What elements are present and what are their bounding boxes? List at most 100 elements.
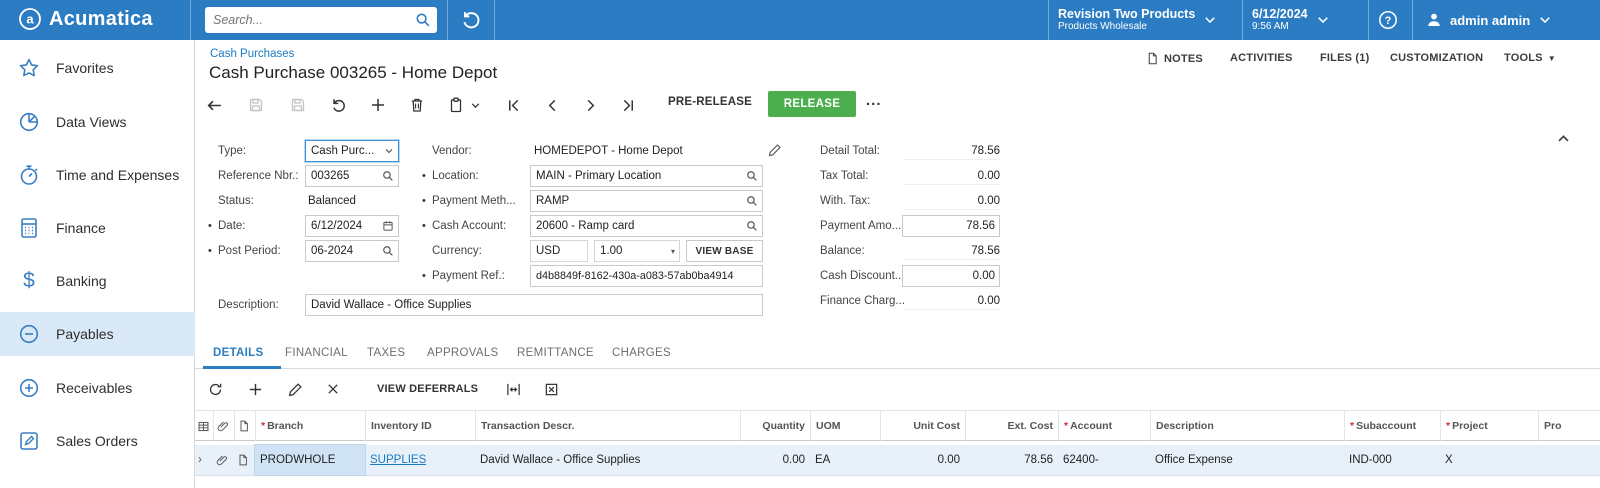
- payment-method-field[interactable]: RAMP: [530, 190, 763, 212]
- sidebar-item-data-views[interactable]: Data Views: [0, 100, 195, 144]
- calendar-icon[interactable]: [382, 220, 394, 232]
- view-deferrals-button[interactable]: VIEW DEFERRALS: [377, 383, 478, 395]
- notes-column-icon[interactable]: [234, 411, 255, 441]
- pre-release-button[interactable]: PRE-RELEASE: [668, 96, 752, 108]
- cell-account[interactable]: 62400-: [1058, 445, 1150, 475]
- delete-button[interactable]: [407, 95, 427, 115]
- vendor-value[interactable]: HOMEDEPOT - Home Depot: [534, 145, 683, 157]
- tab-approvals[interactable]: APPROVALS: [427, 347, 499, 359]
- cell-branch[interactable]: PRODWHOLE: [255, 445, 365, 475]
- tab-remittance[interactable]: REMITTANCE: [517, 347, 594, 359]
- tab-financial[interactable]: FINANCIAL: [285, 347, 348, 359]
- undo-button[interactable]: [329, 95, 349, 115]
- type-field[interactable]: Cash Purc...: [305, 140, 399, 162]
- lookup-icon[interactable]: [382, 245, 394, 257]
- save-button[interactable]: [288, 95, 308, 115]
- column-header-pro-clipped[interactable]: Pro: [1538, 411, 1600, 441]
- lookup-icon[interactable]: [382, 170, 394, 182]
- column-header-branch[interactable]: *Branch: [255, 411, 365, 441]
- payment-amount-field[interactable]: 78.56: [902, 215, 1000, 237]
- location-field[interactable]: MAIN - Primary Location: [530, 165, 763, 187]
- back-button[interactable]: [204, 95, 224, 115]
- cash-discount-field[interactable]: 0.00: [902, 265, 1000, 287]
- payment-ref-field[interactable]: d4b8849f-8162-430a-a083-57ab0ba4914: [530, 265, 763, 287]
- edit-vendor-icon[interactable]: [768, 143, 782, 157]
- add-new-button[interactable]: [368, 95, 388, 115]
- help-icon[interactable]: [1378, 10, 1398, 30]
- row-expand-icon[interactable]: ›: [195, 445, 213, 475]
- more-actions-button[interactable]: ...: [866, 92, 882, 109]
- go-next-button[interactable]: [580, 95, 600, 115]
- business-date-icon[interactable]: [460, 9, 482, 31]
- currency-rate-field[interactable]: 1.00 ▾: [594, 240, 680, 262]
- column-header-uom[interactable]: UOM: [810, 411, 880, 441]
- chevron-down-icon[interactable]: [384, 146, 394, 156]
- grid-refresh-button[interactable]: [205, 379, 225, 399]
- table-row[interactable]: › PRODWHOLE SUPPLIES David Wallace - Off…: [195, 445, 1600, 476]
- grid-settings-icon[interactable]: [195, 411, 213, 441]
- description-field[interactable]: David Wallace - Office Supplies: [305, 294, 763, 316]
- search-icon[interactable]: [415, 12, 431, 28]
- release-button[interactable]: RELEASE: [768, 91, 856, 117]
- sidebar-item-payables[interactable]: Payables: [0, 312, 195, 356]
- activities-button[interactable]: ACTIVITIES: [1230, 52, 1293, 64]
- cell-unit-cost[interactable]: 0.00: [880, 445, 965, 475]
- sidebar-item-receivables[interactable]: Receivables: [0, 366, 195, 410]
- go-previous-button[interactable]: [542, 95, 562, 115]
- cell-quantity[interactable]: 0.00: [740, 445, 810, 475]
- tab-details[interactable]: DETAILS: [213, 347, 263, 359]
- cell-project[interactable]: X: [1440, 445, 1538, 475]
- sidebar-item-sales-orders[interactable]: Sales Orders: [0, 419, 195, 463]
- attachments-column-icon[interactable]: [213, 411, 234, 441]
- copy-paste-chevron-icon[interactable]: [468, 95, 482, 115]
- fit-columns-icon[interactable]: [503, 379, 523, 399]
- cash-account-field[interactable]: 20600 - Ramp card: [530, 215, 763, 237]
- save-and-close-button[interactable]: [246, 95, 266, 115]
- cell-uom[interactable]: EA: [810, 445, 880, 475]
- cell-inventory-id[interactable]: SUPPLIES: [365, 445, 475, 475]
- column-header-project[interactable]: *Project: [1440, 411, 1538, 441]
- tools-button[interactable]: TOOLS ▼: [1504, 52, 1556, 64]
- grid-add-row-button[interactable]: [245, 379, 265, 399]
- grid-edit-row-button[interactable]: [285, 379, 305, 399]
- collapse-form-icon[interactable]: [1556, 131, 1571, 146]
- notes-button[interactable]: NOTES: [1146, 52, 1203, 65]
- reference-nbr-field[interactable]: 003265: [305, 165, 399, 187]
- tab-charges[interactable]: CHARGES: [612, 347, 671, 359]
- column-header-description[interactable]: Description: [1150, 411, 1344, 441]
- user-menu[interactable]: admin admin: [1426, 0, 1552, 40]
- grid-delete-row-button[interactable]: [323, 379, 343, 399]
- cell-ext-cost[interactable]: 78.56: [965, 445, 1058, 475]
- post-period-field[interactable]: 06-2024: [305, 240, 399, 262]
- sidebar-item-favorites[interactable]: Favorites: [0, 46, 195, 90]
- go-first-button[interactable]: [503, 95, 523, 115]
- breadcrumb[interactable]: Cash Purchases: [210, 48, 294, 60]
- row-attachment-icon[interactable]: [213, 445, 234, 475]
- date-field[interactable]: 6/12/2024: [305, 215, 399, 237]
- column-header-transaction-descr[interactable]: Transaction Descr.: [475, 411, 740, 441]
- column-header-ext-cost[interactable]: Ext. Cost: [965, 411, 1058, 441]
- currency-code-field[interactable]: USD: [530, 240, 588, 262]
- customization-button[interactable]: CUSTOMIZATION: [1390, 52, 1483, 64]
- files-button[interactable]: FILES (1): [1320, 52, 1369, 64]
- sidebar-item-finance[interactable]: Finance: [0, 206, 195, 250]
- view-base-button[interactable]: VIEW BASE: [686, 240, 763, 262]
- cell-subaccount[interactable]: IND-000: [1344, 445, 1440, 475]
- export-excel-icon[interactable]: [541, 379, 561, 399]
- lookup-icon[interactable]: [746, 195, 758, 207]
- cell-description[interactable]: Office Expense: [1150, 445, 1344, 475]
- tab-taxes[interactable]: TAXES: [367, 347, 405, 359]
- lookup-icon[interactable]: [746, 220, 758, 232]
- go-last-button[interactable]: [618, 95, 638, 115]
- lookup-icon[interactable]: [746, 170, 758, 182]
- column-header-quantity[interactable]: Quantity: [740, 411, 810, 441]
- app-logo[interactable]: Acumatica: [18, 7, 153, 31]
- sidebar-item-banking[interactable]: $Banking: [0, 259, 195, 303]
- chevron-down-icon[interactable]: ▾: [671, 247, 675, 256]
- cell-transaction-descr[interactable]: David Wallace - Office Supplies: [475, 445, 740, 475]
- sidebar-item-time-and-expenses[interactable]: Time and Expenses: [0, 153, 195, 197]
- copy-paste-button[interactable]: [446, 95, 466, 115]
- search-input[interactable]: [213, 13, 415, 27]
- column-header-subaccount[interactable]: *Subaccount: [1344, 411, 1440, 441]
- row-note-icon[interactable]: [234, 445, 255, 475]
